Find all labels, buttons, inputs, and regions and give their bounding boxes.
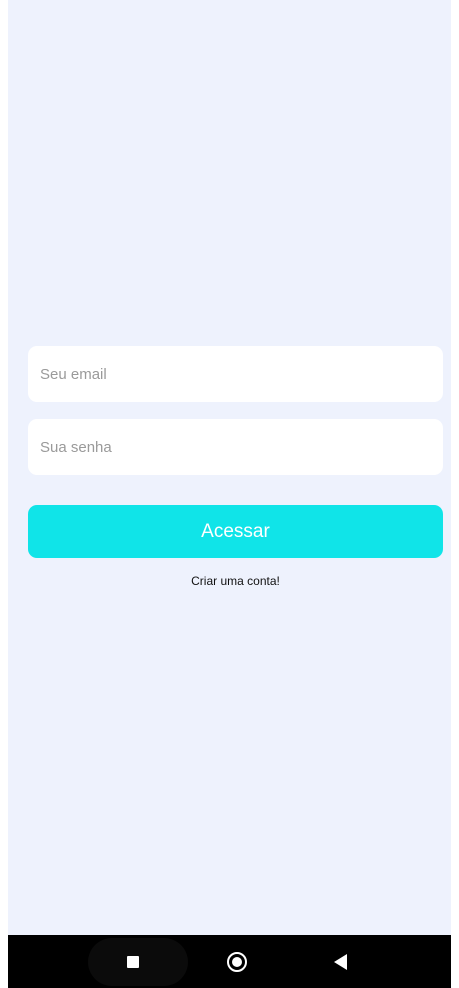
login-form: Acessar Criar uma conta! [28,346,443,588]
email-field[interactable] [28,346,443,402]
back-button[interactable] [315,935,365,988]
access-button[interactable]: Acessar [28,505,443,558]
home-button[interactable] [212,935,262,988]
app-screen: Acessar Criar uma conta! [8,0,451,988]
password-field[interactable] [28,419,443,475]
triangle-back-icon [333,953,347,970]
system-navigation-bar [8,935,451,988]
recent-apps-button[interactable] [108,935,158,988]
circle-icon [227,951,247,972]
square-icon [127,955,139,968]
create-account-link[interactable]: Criar uma conta! [28,574,443,588]
